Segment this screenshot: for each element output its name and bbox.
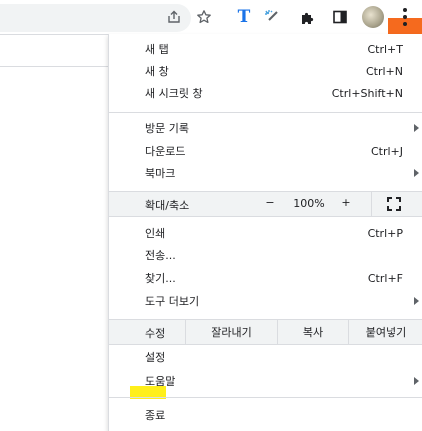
menu-separator xyxy=(109,344,422,345)
menu-item-print[interactable]: 인쇄 Ctrl+P xyxy=(109,222,422,244)
paste-button[interactable]: 붙여넣기 xyxy=(349,320,422,344)
menu-item-new-window[interactable]: 새 창 Ctrl+N xyxy=(109,60,422,82)
menu-item-history[interactable]: 방문 기록 xyxy=(109,117,422,139)
browser-toolbar: T xyxy=(0,0,422,35)
menu-item-bookmarks[interactable]: 북마크 xyxy=(109,162,422,184)
menu-separator xyxy=(109,216,422,217)
zoom-divider xyxy=(371,192,372,216)
menu-item-label: 설정 xyxy=(145,351,166,364)
menu-item-label: 인쇄 xyxy=(145,227,166,240)
zoom-out-button[interactable]: − xyxy=(259,196,281,209)
edit-label: 수정 xyxy=(145,327,166,340)
menu-item-label: 도움말 xyxy=(145,375,176,388)
magic-wand-extension-icon[interactable] xyxy=(262,7,282,27)
menu-item-shortcut: Ctrl+Shift+N xyxy=(331,86,403,100)
menu-item-new-tab[interactable]: 새 탭 Ctrl+T xyxy=(109,38,422,60)
menu-item-exit[interactable]: 종료 xyxy=(109,404,422,426)
chrome-main-menu: 새 탭 Ctrl+T 새 창 Ctrl+N 새 시크릿 창 Ctrl+Shift… xyxy=(108,34,422,431)
zoom-label: 확대/축소 xyxy=(145,199,190,212)
menu-item-find[interactable]: 찾기... Ctrl+F xyxy=(109,267,422,289)
submenu-arrow-icon xyxy=(414,124,419,132)
menu-item-shortcut: Ctrl+N xyxy=(365,64,403,78)
page-divider xyxy=(0,66,108,67)
menu-item-downloads[interactable]: 다운로드 Ctrl+J xyxy=(109,140,422,162)
menu-edit-row: 수정 잘라내기 복사 붙여넣기 xyxy=(109,320,422,344)
side-panel-icon[interactable] xyxy=(330,7,350,27)
menu-item-help[interactable]: 도움말 xyxy=(109,370,422,392)
more-menu-icon[interactable] xyxy=(396,6,414,28)
submenu-arrow-icon xyxy=(414,377,419,385)
menu-item-new-incognito[interactable]: 새 시크릿 창 Ctrl+Shift+N xyxy=(109,82,422,104)
menu-item-label: 북마크 xyxy=(145,167,176,180)
copy-button[interactable]: 복사 xyxy=(278,320,348,344)
menu-separator xyxy=(109,397,422,398)
zoom-in-button[interactable]: + xyxy=(335,196,357,209)
menu-item-label: 도구 더보기 xyxy=(145,295,200,308)
menu-item-cast[interactable]: 전송... xyxy=(109,244,422,266)
submenu-arrow-icon xyxy=(414,297,419,305)
address-bar[interactable] xyxy=(0,4,191,32)
menu-item-shortcut: Ctrl+F xyxy=(367,271,403,285)
menu-item-label: 방문 기록 xyxy=(145,122,189,135)
bookmark-star-icon[interactable] xyxy=(194,7,214,27)
menu-zoom-row: 확대/축소 − 100% + xyxy=(109,192,422,216)
menu-item-label: 찾기... xyxy=(145,272,176,285)
menu-separator xyxy=(109,112,422,113)
submenu-arrow-icon xyxy=(414,169,419,177)
menu-item-label: 종료 xyxy=(145,409,166,422)
puzzle-extensions-icon[interactable] xyxy=(298,7,318,27)
profile-avatar[interactable] xyxy=(362,6,384,28)
menu-item-shortcut: Ctrl+P xyxy=(367,226,403,240)
menu-item-label: 전송... xyxy=(145,249,176,262)
menu-item-settings[interactable]: 설정 xyxy=(109,346,422,368)
text-extension-icon[interactable]: T xyxy=(234,7,254,27)
cut-button[interactable]: 잘라내기 xyxy=(186,320,277,344)
menu-item-shortcut: Ctrl+T xyxy=(367,42,403,56)
menu-item-label: 새 시크릿 창 xyxy=(145,87,203,100)
menu-item-label: 다운로드 xyxy=(145,145,186,158)
menu-item-more-tools[interactable]: 도구 더보기 xyxy=(109,290,422,312)
zoom-level: 100% xyxy=(293,197,325,210)
share-icon[interactable] xyxy=(164,7,184,27)
menu-item-shortcut: Ctrl+J xyxy=(370,144,403,158)
text-extension-label: T xyxy=(237,7,251,27)
menu-item-label: 새 창 xyxy=(145,65,169,78)
menu-item-label: 새 탭 xyxy=(145,43,169,56)
fullscreen-icon[interactable] xyxy=(387,197,401,211)
